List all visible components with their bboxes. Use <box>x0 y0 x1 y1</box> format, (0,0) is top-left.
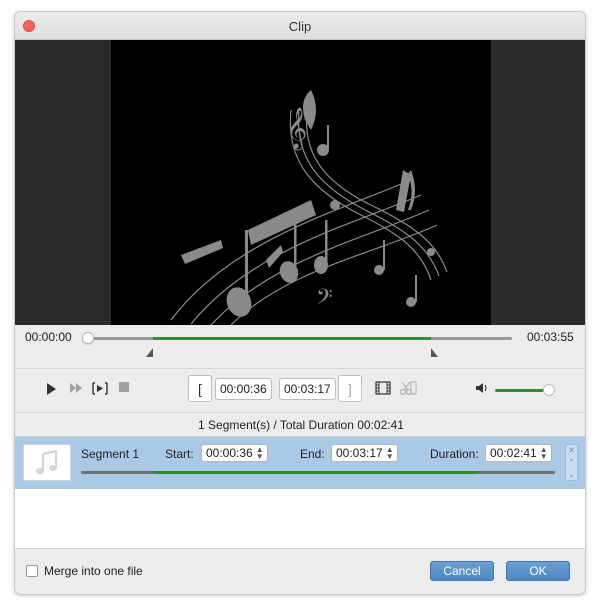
start-time-field[interactable]: 00:00:36 <box>215 378 272 400</box>
end-time-field[interactable]: 00:03:17 <box>279 378 336 400</box>
segment-range-fill <box>153 471 479 474</box>
segment-side-controls: ✕ ⌃ ⌄ <box>565 444 578 481</box>
timeline-start-time: 00:00:00 <box>25 330 72 344</box>
segment-name: Segment 1 <box>81 447 140 461</box>
segment-list: Segment 1 Start: 00:00:36 ▲ ▼ End: 00:03:… <box>15 436 585 548</box>
fast-forward-icon <box>70 383 82 393</box>
set-end-button[interactable]: ] <box>338 375 362 402</box>
merge-label: Merge into one file <box>44 564 143 578</box>
stop-button[interactable] <box>119 382 129 392</box>
set-start-label: [ <box>198 380 202 397</box>
merge-checkbox[interactable] <box>26 565 38 577</box>
delete-segment-icon[interactable]: ✕ <box>568 446 575 455</box>
segment-summary: 1 Segment(s) / Total Duration 00:02:41 <box>15 412 585 436</box>
speaker-icon <box>476 383 487 393</box>
segment-thumbnail <box>23 444 71 481</box>
timeline-scrubber: 00:00:00 00:03:55 <box>15 325 585 367</box>
segment-duration-stepper[interactable]: 00:02:41 ▲ ▼ <box>485 444 552 462</box>
play-button[interactable] <box>45 382 57 396</box>
clip-dialog: Clip 𝄢 𝄞 00:00:00 00:03:55 [00:00:36 00… <box>14 11 586 595</box>
timeline-selection-fill <box>152 337 432 340</box>
video-frame: 𝄢 𝄞 <box>111 40 491 325</box>
ok-button[interactable]: OK <box>506 561 570 581</box>
segment-duration-label: Duration: <box>430 447 479 461</box>
move-down-icon[interactable]: ⌄ <box>568 470 575 479</box>
svg-text:𝄞: 𝄞 <box>286 107 307 150</box>
stop-icon <box>119 382 129 392</box>
segment-start-label: Start: <box>165 447 194 461</box>
svg-text:𝄢: 𝄢 <box>316 285 333 315</box>
segment-range-track <box>81 471 555 474</box>
play-icon <box>47 383 56 395</box>
volume-button[interactable] <box>475 382 489 394</box>
title-bar: Clip <box>15 12 585 40</box>
dialog-footer: Merge into one file Cancel OK <box>15 548 585 594</box>
move-up-icon[interactable]: ⌃ <box>568 458 575 467</box>
playhead-knob[interactable] <box>82 332 94 344</box>
timeline-end-time: 00:03:55 <box>527 330 574 344</box>
segment-start-value: 00:00:36 <box>206 446 253 460</box>
scissors-film-icon <box>399 381 417 396</box>
fast-forward-button[interactable] <box>69 382 83 394</box>
set-start-button[interactable]: [ <box>188 375 212 402</box>
segment-duration-value: 00:02:41 <box>490 446 537 460</box>
end-marker-handle[interactable] <box>431 348 439 357</box>
playback-controls: [ 00:00:36 00:03:17 ] <box>15 368 585 412</box>
stepper-arrows-icon: ▲ ▼ <box>539 445 548 461</box>
set-end-label: ] <box>348 380 352 397</box>
segment-end-label: End: <box>300 447 325 461</box>
segment-row[interactable]: Segment 1 Start: 00:00:36 ▲ ▼ End: 00:03:… <box>15 437 585 489</box>
segment-end-value: 00:03:17 <box>336 446 383 460</box>
film-add-icon <box>375 381 391 395</box>
segment-start-stepper[interactable]: 00:00:36 ▲ ▼ <box>201 444 268 462</box>
start-marker-handle[interactable] <box>145 348 153 357</box>
stepper-arrows-icon: ▲ ▼ <box>385 445 394 461</box>
segment-end-stepper[interactable]: 00:03:17 ▲ ▼ <box>331 444 398 462</box>
add-segment-button[interactable] <box>375 380 391 396</box>
frame-step-icon <box>92 382 108 395</box>
cancel-button[interactable]: Cancel <box>430 561 494 581</box>
timeline-track[interactable] <box>88 337 512 340</box>
window-title: Clip <box>288 19 312 34</box>
stepper-arrows-icon: ▲ ▼ <box>255 445 264 461</box>
frame-step-button[interactable] <box>92 382 108 395</box>
video-preview: 𝄢 𝄞 <box>15 40 585 325</box>
split-button[interactable] <box>399 380 417 396</box>
volume-slider-knob[interactable] <box>543 384 555 396</box>
music-notes-artwork: 𝄢 𝄞 <box>170 90 448 325</box>
music-note-icon <box>36 449 58 474</box>
